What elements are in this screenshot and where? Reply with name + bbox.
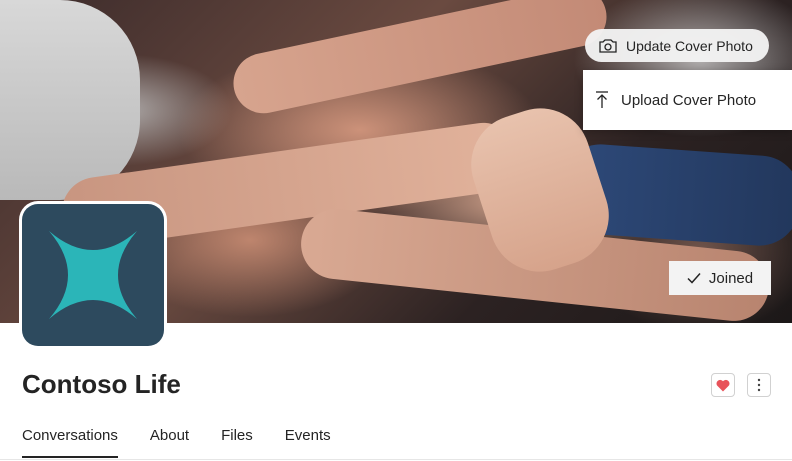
camera-icon: [598, 38, 618, 54]
checkmark-icon: [687, 272, 701, 284]
joined-button[interactable]: Joined: [669, 261, 771, 295]
tab-conversations[interactable]: Conversations: [22, 420, 118, 458]
upload-cover-photo-menu-item[interactable]: Upload Cover Photo: [583, 70, 792, 130]
joined-label: Joined: [708, 269, 754, 287]
cover-photo-menu: Upload Cover Photo: [583, 70, 792, 130]
upload-icon: [595, 91, 609, 109]
more-options-button[interactable]: [747, 373, 771, 397]
tab-files[interactable]: Files: [221, 420, 253, 458]
group-logo: [22, 204, 164, 346]
four-point-star-icon: [47, 229, 139, 321]
tab-about[interactable]: About: [150, 420, 189, 458]
tab-events[interactable]: Events: [285, 420, 331, 458]
page-title: Contoso Life: [22, 369, 181, 399]
upload-cover-photo-label: Upload Cover Photo: [621, 91, 757, 109]
tab-list: Conversations About Files Events: [22, 420, 363, 458]
cover-photo-shape: [0, 0, 140, 200]
more-vertical-icon: [757, 378, 761, 392]
tab-divider: [0, 459, 792, 460]
update-cover-photo-button[interactable]: Update Cover Photo: [585, 29, 769, 62]
heart-icon: [716, 379, 730, 392]
update-cover-photo-label: Update Cover Photo: [626, 37, 753, 54]
cover-photo-shape: [227, 0, 613, 119]
favorite-button[interactable]: [711, 373, 735, 397]
